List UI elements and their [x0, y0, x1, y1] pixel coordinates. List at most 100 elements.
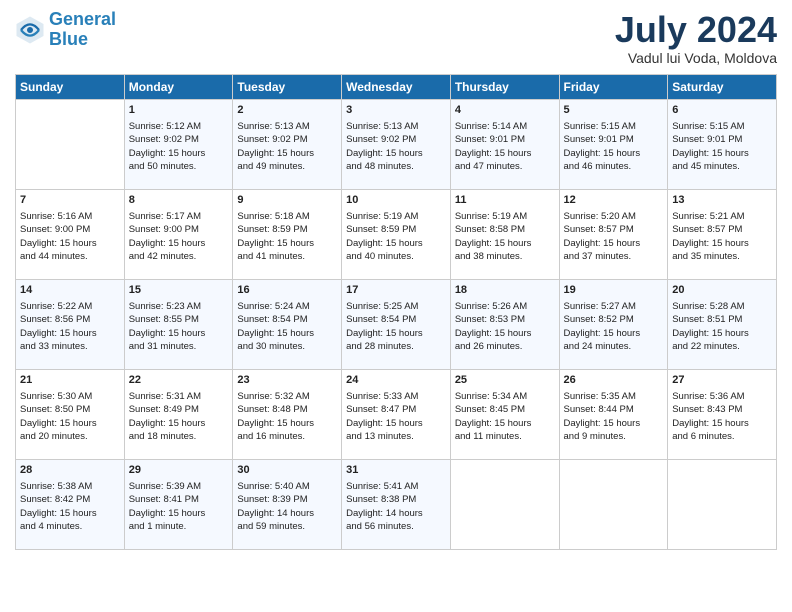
day-number: 27 [672, 373, 772, 388]
day-info: Sunset: 8:49 PM [129, 403, 229, 416]
day-info: Daylight: 14 hours [237, 507, 337, 520]
day-info: Sunset: 8:53 PM [455, 313, 555, 326]
calendar-week-4: 21Sunrise: 5:30 AMSunset: 8:50 PMDayligh… [16, 369, 777, 459]
calendar-cell: 26Sunrise: 5:35 AMSunset: 8:44 PMDayligh… [559, 369, 668, 459]
weekday-sunday: Sunday [16, 74, 125, 99]
day-number: 9 [237, 193, 337, 208]
calendar-cell: 25Sunrise: 5:34 AMSunset: 8:45 PMDayligh… [450, 369, 559, 459]
day-info: Sunrise: 5:18 AM [237, 210, 337, 223]
day-number: 7 [20, 193, 120, 208]
day-info: Sunrise: 5:24 AM [237, 300, 337, 313]
calendar-cell: 3Sunrise: 5:13 AMSunset: 9:02 PMDaylight… [342, 99, 451, 189]
day-info: Daylight: 15 hours [672, 147, 772, 160]
day-info: Sunset: 8:39 PM [237, 493, 337, 506]
calendar-cell: 5Sunrise: 5:15 AMSunset: 9:01 PMDaylight… [559, 99, 668, 189]
day-info: Daylight: 15 hours [455, 237, 555, 250]
day-info: Sunset: 9:02 PM [346, 133, 446, 146]
day-info: and 46 minutes. [564, 160, 664, 173]
day-info: and 16 minutes. [237, 430, 337, 443]
day-info: Sunrise: 5:39 AM [129, 480, 229, 493]
day-info: and 28 minutes. [346, 340, 446, 353]
day-info: and 48 minutes. [346, 160, 446, 173]
day-info: and 20 minutes. [20, 430, 120, 443]
day-info: Sunrise: 5:28 AM [672, 300, 772, 313]
day-info: and 4 minutes. [20, 520, 120, 533]
calendar-cell: 7Sunrise: 5:16 AMSunset: 9:00 PMDaylight… [16, 189, 125, 279]
day-number: 15 [129, 283, 229, 298]
calendar-cell [668, 459, 777, 549]
weekday-friday: Friday [559, 74, 668, 99]
calendar-cell: 13Sunrise: 5:21 AMSunset: 8:57 PMDayligh… [668, 189, 777, 279]
day-info: and 44 minutes. [20, 250, 120, 263]
calendar-cell: 30Sunrise: 5:40 AMSunset: 8:39 PMDayligh… [233, 459, 342, 549]
day-number: 25 [455, 373, 555, 388]
day-info: and 42 minutes. [129, 250, 229, 263]
day-info: Sunrise: 5:14 AM [455, 120, 555, 133]
day-info: and 31 minutes. [129, 340, 229, 353]
day-info: Sunset: 8:59 PM [237, 223, 337, 236]
day-info: Sunrise: 5:25 AM [346, 300, 446, 313]
calendar-cell: 31Sunrise: 5:41 AMSunset: 8:38 PMDayligh… [342, 459, 451, 549]
weekday-row: Sunday Monday Tuesday Wednesday Thursday… [16, 74, 777, 99]
day-info: and 50 minutes. [129, 160, 229, 173]
day-info: Sunrise: 5:33 AM [346, 390, 446, 403]
title-block: July 2024 Vadul lui Voda, Moldova [615, 10, 777, 66]
day-info: and 30 minutes. [237, 340, 337, 353]
day-info: Daylight: 15 hours [129, 507, 229, 520]
logo-icon [15, 15, 45, 45]
calendar-cell: 14Sunrise: 5:22 AMSunset: 8:56 PMDayligh… [16, 279, 125, 369]
calendar-body: 1Sunrise: 5:12 AMSunset: 9:02 PMDaylight… [16, 99, 777, 549]
calendar-cell: 23Sunrise: 5:32 AMSunset: 8:48 PMDayligh… [233, 369, 342, 459]
weekday-monday: Monday [124, 74, 233, 99]
day-info: and 1 minute. [129, 520, 229, 533]
calendar-cell: 19Sunrise: 5:27 AMSunset: 8:52 PMDayligh… [559, 279, 668, 369]
day-number: 31 [346, 463, 446, 478]
day-info: Sunrise: 5:13 AM [346, 120, 446, 133]
day-info: Sunset: 8:55 PM [129, 313, 229, 326]
day-info: Sunset: 8:58 PM [455, 223, 555, 236]
day-number: 6 [672, 103, 772, 118]
day-info: and 49 minutes. [237, 160, 337, 173]
day-info: and 47 minutes. [455, 160, 555, 173]
calendar-cell: 1Sunrise: 5:12 AMSunset: 9:02 PMDaylight… [124, 99, 233, 189]
day-info: Daylight: 15 hours [237, 327, 337, 340]
day-info: Daylight: 15 hours [129, 417, 229, 430]
day-info: and 9 minutes. [564, 430, 664, 443]
day-info: Sunset: 8:59 PM [346, 223, 446, 236]
day-info: Daylight: 15 hours [346, 237, 446, 250]
day-info: Sunset: 9:00 PM [129, 223, 229, 236]
day-info: Sunrise: 5:15 AM [672, 120, 772, 133]
logo-text: General Blue [49, 10, 116, 50]
calendar-cell: 16Sunrise: 5:24 AMSunset: 8:54 PMDayligh… [233, 279, 342, 369]
day-number: 29 [129, 463, 229, 478]
day-number: 11 [455, 193, 555, 208]
calendar-cell: 21Sunrise: 5:30 AMSunset: 8:50 PMDayligh… [16, 369, 125, 459]
day-info: and 40 minutes. [346, 250, 446, 263]
day-info: Daylight: 15 hours [564, 237, 664, 250]
calendar-cell [450, 459, 559, 549]
day-info: Daylight: 15 hours [237, 417, 337, 430]
calendar-cell: 27Sunrise: 5:36 AMSunset: 8:43 PMDayligh… [668, 369, 777, 459]
calendar-cell: 18Sunrise: 5:26 AMSunset: 8:53 PMDayligh… [450, 279, 559, 369]
day-info: Sunset: 8:38 PM [346, 493, 446, 506]
day-info: and 38 minutes. [455, 250, 555, 263]
day-info: Sunset: 8:54 PM [346, 313, 446, 326]
day-info: Sunrise: 5:19 AM [346, 210, 446, 223]
calendar-cell [559, 459, 668, 549]
day-info: Sunset: 9:00 PM [20, 223, 120, 236]
day-info: Daylight: 15 hours [346, 327, 446, 340]
day-info: Sunrise: 5:17 AM [129, 210, 229, 223]
calendar-cell: 10Sunrise: 5:19 AMSunset: 8:59 PMDayligh… [342, 189, 451, 279]
day-info: Daylight: 15 hours [455, 327, 555, 340]
day-info: Sunset: 8:48 PM [237, 403, 337, 416]
calendar-cell: 28Sunrise: 5:38 AMSunset: 8:42 PMDayligh… [16, 459, 125, 549]
day-number: 8 [129, 193, 229, 208]
day-info: Daylight: 15 hours [129, 327, 229, 340]
day-number: 17 [346, 283, 446, 298]
day-info: Sunrise: 5:26 AM [455, 300, 555, 313]
day-info: Sunrise: 5:40 AM [237, 480, 337, 493]
day-number: 20 [672, 283, 772, 298]
day-info: Daylight: 15 hours [346, 417, 446, 430]
day-info: Sunset: 8:41 PM [129, 493, 229, 506]
day-info: Daylight: 15 hours [455, 417, 555, 430]
